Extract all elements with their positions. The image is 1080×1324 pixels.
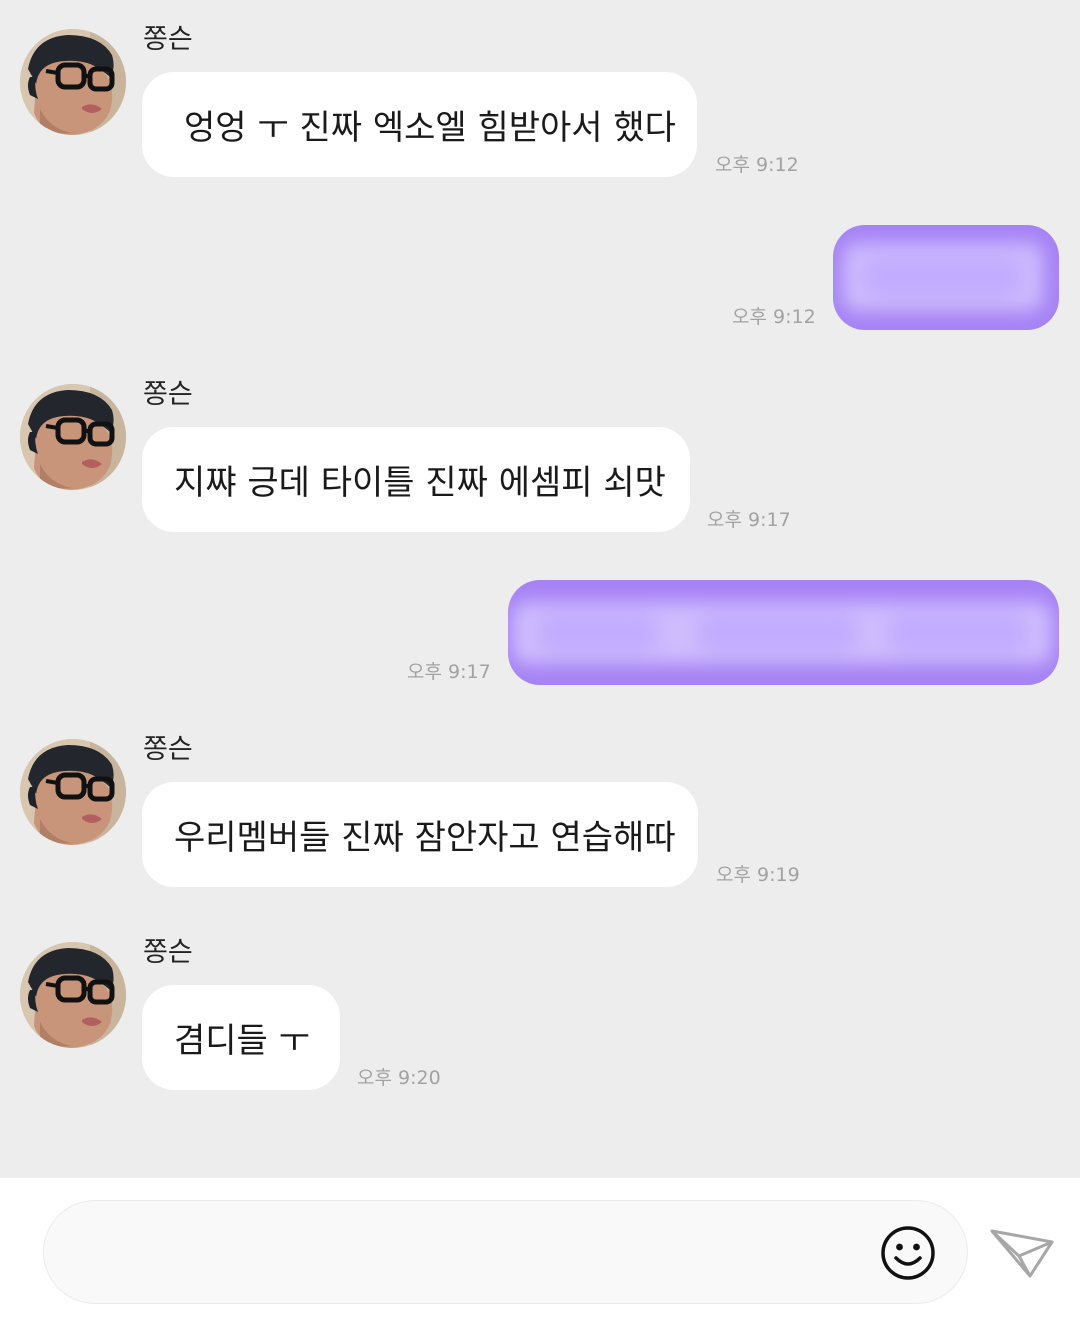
outgoing-message-bubble[interactable] (833, 225, 1059, 330)
sender-avatar[interactable] (20, 942, 126, 1048)
paper-plane-icon[interactable] (988, 1226, 1056, 1280)
sender-avatar[interactable] (20, 739, 126, 845)
message-timestamp: 오후 9:19 (716, 864, 800, 886)
message-composer-bar (0, 1178, 1080, 1324)
blurred-redaction (508, 580, 1059, 685)
message-timestamp: 오후 9:17 (707, 509, 791, 531)
incoming-message-bubble[interactable]: 엉엉 ㅜ 진짜 엑소엘 힘받아서 했다 (142, 72, 697, 177)
message-text: 겸디들 ㅜ (174, 1021, 310, 1061)
message-timestamp: 오후 9:12 (732, 306, 816, 328)
incoming-message-bubble[interactable]: 우리멤버들 진짜 잠안자고 연습해따 (142, 782, 698, 887)
message-text: 우리멤버들 진짜 잠안자고 연습해따 (174, 818, 676, 858)
sender-name: 쫑슨 (143, 937, 193, 968)
incoming-message-bubble[interactable]: 겸디들 ㅜ (142, 985, 340, 1090)
chat-message-list[interactable]: 쫑슨 엉엉 ㅜ 진짜 엑소엘 힘받아서 했다 오후 9:12 오후 9:12 쫑… (0, 0, 1080, 1178)
message-text: 지쨔 긍데 타이틀 진짜 에셈피 쇠맛 (174, 463, 666, 503)
message-timestamp: 오후 9:12 (715, 154, 799, 176)
outgoing-message-bubble[interactable] (508, 580, 1059, 685)
message-timestamp: 오후 9:20 (357, 1067, 441, 1089)
message-input[interactable] (43, 1200, 968, 1304)
smiley-face-icon[interactable] (880, 1225, 936, 1281)
sender-name: 쫑슨 (143, 24, 193, 55)
sender-avatar[interactable] (20, 384, 126, 490)
sender-name: 쫑슨 (143, 379, 193, 410)
sender-avatar[interactable] (20, 29, 126, 135)
sender-name: 쫑슨 (143, 734, 193, 765)
incoming-message-bubble[interactable]: 지쨔 긍데 타이틀 진짜 에셈피 쇠맛 (142, 427, 690, 532)
blurred-redaction (833, 225, 1059, 330)
message-timestamp: 오후 9:17 (407, 661, 491, 683)
message-text: 엉엉 ㅜ 진짜 엑소엘 힘받아서 했다 (184, 108, 676, 148)
